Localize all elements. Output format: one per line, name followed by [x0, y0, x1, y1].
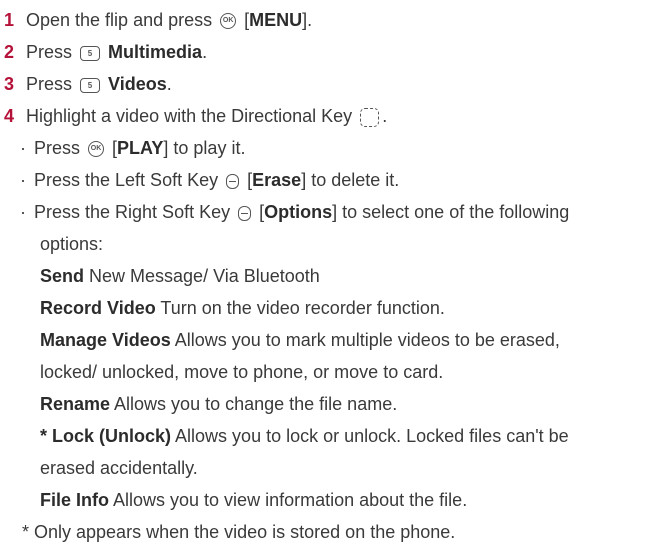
- step-1: 1 Open the flip and press OK [MENU].: [4, 4, 645, 36]
- bullet-erase: · Press the Left Soft Key [Erase] to dele…: [4, 164, 645, 196]
- option-desc: Turn on the video recorder function.: [155, 298, 445, 318]
- option-desc: Allows you to lock or unlock. Locked fil…: [171, 426, 569, 446]
- option-manage-videos: Manage Videos Allows you to mark multipl…: [4, 324, 645, 356]
- soft-key-icon: [238, 205, 252, 221]
- option-title: * Lock (Unlock): [40, 426, 172, 446]
- erase-label: Erase: [252, 170, 302, 190]
- option-desc: Allows you to mark multiple videos to be…: [170, 330, 560, 350]
- videos-label: Videos: [108, 74, 167, 94]
- bullet-text-end: ] to select one of the following: [332, 202, 570, 222]
- step-text: Press: [26, 42, 73, 62]
- step-3: 3 Press 5 Videos.: [4, 68, 645, 100]
- five-key-icon: 5: [80, 77, 101, 93]
- option-lock-continued: erased accidentally.: [40, 458, 198, 478]
- option-desc: Allows you to change the file name.: [110, 394, 398, 414]
- options-label: Options: [264, 202, 333, 222]
- option-desc: New Message/ Via Bluetooth: [84, 266, 320, 286]
- option-title: File Info: [40, 490, 109, 510]
- bracket-open: [: [107, 138, 118, 158]
- step-number: 4: [4, 106, 15, 126]
- step-number: 3: [4, 74, 15, 94]
- step-number: 2: [4, 42, 15, 62]
- step-text-end: .: [382, 106, 388, 126]
- bracket-open: [: [254, 202, 265, 222]
- bullet-dot: ·: [20, 170, 26, 190]
- bullet-options: · Press the Right Soft Key [Options] to s…: [4, 196, 645, 228]
- option-title: Rename: [40, 394, 111, 414]
- option-rename: Rename Allows you to change the file nam…: [4, 388, 645, 420]
- step-text-end: .: [166, 74, 172, 94]
- step-4: 4 Highlight a video with the Directional …: [4, 100, 645, 132]
- option-title: Manage Videos: [40, 330, 171, 350]
- step-number: 1: [4, 10, 15, 30]
- step-text: Open the flip and press: [26, 10, 213, 30]
- bullet-text-end: ] to play it.: [163, 138, 246, 158]
- step-2: 2 Press 5 Multimedia.: [4, 36, 645, 68]
- bullet-text: Press: [34, 138, 81, 158]
- option-title: Record Video: [40, 298, 156, 318]
- bullet-play: · Press OK [PLAY] to play it.: [4, 132, 645, 164]
- bullet-text: Press the Right Soft Key: [34, 202, 231, 222]
- option-record-video: Record Video Turn on the video recorder …: [4, 292, 645, 324]
- option-lock: * Lock (Unlock) Allows you to lock or un…: [4, 420, 645, 452]
- option-desc: Allows you to view information about the…: [109, 490, 468, 510]
- step-text: Highlight a video with the Directional K…: [26, 106, 353, 126]
- bracket-open: [: [242, 170, 253, 190]
- step-text: Press: [26, 74, 73, 94]
- option-title: Send: [40, 266, 85, 286]
- ok-key-icon: OK: [88, 141, 105, 158]
- directional-key-icon: [360, 107, 380, 127]
- soft-key-icon: [226, 173, 240, 189]
- footnote: * Only appears when the video is stored …: [22, 522, 456, 542]
- step-text-end: ].: [302, 10, 313, 30]
- play-label: PLAY: [117, 138, 164, 158]
- option-send: Send New Message/ Via Bluetooth: [4, 260, 645, 292]
- option-file-info: File Info Allows you to view information…: [4, 484, 645, 516]
- ok-key-icon: OK: [220, 13, 237, 30]
- bullet-options-continued: options:: [40, 234, 104, 254]
- bullet-dot: ·: [20, 202, 26, 222]
- manual-page: 1 Open the flip and press OK [MENU]. 2 Pre…: [0, 0, 645, 548]
- option-manage-videos-continued: locked/ unlocked, move to phone, or move…: [40, 362, 444, 382]
- bracket-open: [: [239, 10, 250, 30]
- bullet-dot: ·: [20, 138, 26, 158]
- step-text-end: .: [202, 42, 208, 62]
- five-key-icon: 5: [80, 45, 101, 61]
- multimedia-label: Multimedia: [108, 42, 203, 62]
- bullet-text: Press the Left Soft Key: [34, 170, 219, 190]
- bullet-text-end: ] to delete it.: [301, 170, 400, 190]
- menu-label: MENU: [249, 10, 303, 30]
